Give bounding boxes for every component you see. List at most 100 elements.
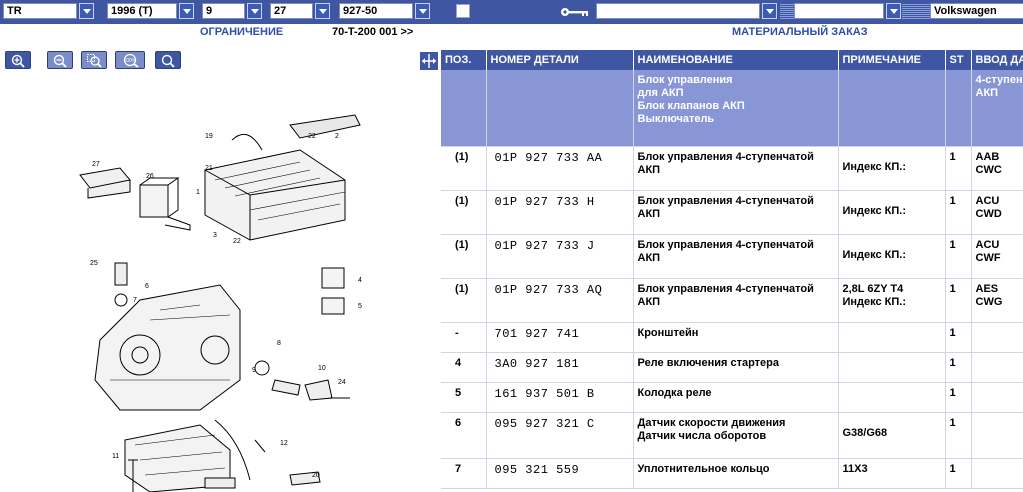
cell-input-line: CWG bbox=[975, 295, 1003, 308]
cell-part-number[interactable]: 161 937 501 B bbox=[486, 382, 634, 413]
diagram-callout[interactable]: 19 bbox=[205, 133, 213, 140]
zoom-in-button[interactable] bbox=[5, 51, 31, 69]
cell-input-line: ACU bbox=[975, 238, 1000, 251]
zoom-fit-button[interactable] bbox=[81, 51, 107, 69]
cell-part-number[interactable]: 095 321 559 bbox=[486, 458, 634, 489]
diagram-callout[interactable]: 9 bbox=[252, 367, 256, 374]
diagram-callout[interactable]: 24 bbox=[338, 379, 346, 386]
search-field-b[interactable] bbox=[794, 3, 884, 19]
diagram-callout[interactable]: 1 bbox=[196, 189, 200, 196]
key-icon bbox=[561, 8, 588, 16]
field-a-dropdown-arrow[interactable] bbox=[762, 3, 777, 19]
diagram-callout[interactable]: 10 bbox=[318, 365, 326, 372]
search-icon bbox=[161, 54, 175, 68]
diagram-callout[interactable]: 7 bbox=[133, 297, 137, 304]
table-row[interactable]: -701 927 741 Кронштейн 1 bbox=[441, 322, 1023, 353]
zoom-out-button[interactable] bbox=[47, 51, 73, 69]
zoom-100-icon: 100% bbox=[124, 54, 139, 68]
cell-data-input bbox=[971, 458, 1023, 489]
cell-name-line: Колодка реле bbox=[637, 386, 712, 399]
cell-input-line: CWC bbox=[975, 163, 1002, 176]
search-button[interactable] bbox=[155, 51, 181, 69]
cell-part-number[interactable]: 01P 927 733 AQ bbox=[486, 278, 634, 323]
year-dropdown-arrow[interactable] bbox=[179, 3, 194, 19]
group-row[interactable]: Блок управления для АКП Блок клапанов АК… bbox=[441, 70, 1023, 147]
diagram-callout[interactable]: 21 bbox=[205, 165, 213, 172]
market-select[interactable]: TR bbox=[3, 3, 77, 19]
cell-input-line: CWD bbox=[975, 207, 1002, 220]
table-row[interactable]: (1) 01P 927 733 J Блок управления 4-ступен… bbox=[441, 234, 1023, 279]
diagram-callout[interactable]: 27 bbox=[92, 161, 100, 168]
cell-position: (1) bbox=[441, 146, 487, 191]
table-row[interactable]: 6 095 927 321 C Датчик скорости движения Да… bbox=[441, 412, 1023, 459]
diagram-callout[interactable]: 4 bbox=[358, 277, 362, 284]
cell-data-input: ACU CWF bbox=[971, 234, 1023, 279]
group-name-line: для АКП bbox=[637, 87, 684, 99]
cell-data-input: ACU CWD bbox=[971, 190, 1023, 235]
restriction-value[interactable]: 70-T-200 001 >> bbox=[332, 26, 413, 38]
diagram-callout[interactable]: 8 bbox=[277, 340, 281, 347]
sub-group-select[interactable]: 27 bbox=[270, 3, 313, 19]
cell-part-number[interactable]: 01P 927 733 H bbox=[486, 190, 634, 235]
cell-name: Кронштейн bbox=[633, 322, 839, 353]
cell-part-number[interactable]: 01P 927 733 AA bbox=[486, 146, 634, 191]
split-panel-button[interactable] bbox=[420, 52, 438, 70]
diagram-callout[interactable]: 22 bbox=[233, 238, 241, 245]
cell-part-number[interactable]: 095 927 321 C bbox=[486, 412, 634, 459]
cell-part-number[interactable]: 01P 927 733 J bbox=[486, 234, 634, 279]
cell-st: 1 bbox=[945, 458, 972, 489]
option-checkbox[interactable] bbox=[456, 4, 470, 18]
header-st[interactable]: ST bbox=[945, 50, 972, 70]
header-name[interactable]: НАИМЕНОВАНИЕ bbox=[633, 50, 839, 70]
header-position[interactable]: ПОЗ. bbox=[441, 50, 487, 70]
cell-name: Блок управления 4-ступенчатой АКП bbox=[633, 278, 839, 323]
diagram-callout[interactable]: 12 bbox=[280, 440, 288, 447]
diagram-callout[interactable]: 20 bbox=[312, 472, 320, 479]
header-data-input[interactable]: ВВОД ДАННЫХ bbox=[971, 50, 1023, 70]
sub-group-dropdown-arrow[interactable] bbox=[315, 3, 330, 19]
material-order-label[interactable]: МАТЕРИАЛЬНЫЙ ЗАКАЗ bbox=[732, 26, 868, 38]
cell-note-line: Индекс КП.: bbox=[842, 160, 907, 173]
table-row[interactable]: 7 095 321 559 Уплотнительное кольцо 11X3 1 bbox=[441, 458, 1023, 489]
illustration-select[interactable]: 927-50 bbox=[339, 3, 413, 19]
table-row[interactable]: 4 3A0 927 181 Реле включения стартера 1 bbox=[441, 352, 1023, 383]
table-row[interactable]: (1) 01P 927 733 H Блок управления 4-ступен… bbox=[441, 190, 1023, 235]
cell-position: - bbox=[441, 322, 487, 353]
header-part-number[interactable]: НОМЕР ДЕТАЛИ bbox=[486, 50, 634, 70]
main-group-dropdown-arrow[interactable] bbox=[247, 3, 262, 19]
field-b-dropdown-arrow[interactable] bbox=[886, 3, 901, 19]
cell-name-line: АКП bbox=[637, 295, 661, 308]
split-arrows-icon bbox=[422, 54, 436, 68]
year-select[interactable]: 1996 (T) bbox=[107, 3, 177, 19]
group-input: 4-ступенчатой АКП bbox=[971, 70, 1023, 147]
market-dropdown-arrow[interactable] bbox=[79, 3, 94, 19]
diagram-callout[interactable]: 11 bbox=[112, 453, 119, 460]
search-field-a[interactable] bbox=[596, 3, 760, 19]
diagram-callout[interactable]: 2 bbox=[335, 133, 339, 140]
illustration-dropdown-arrow[interactable] bbox=[415, 3, 430, 19]
group-pos bbox=[441, 70, 487, 147]
group-note bbox=[838, 70, 946, 147]
zoom-in-icon bbox=[11, 54, 25, 68]
diagram-callout[interactable]: 6 bbox=[145, 283, 149, 290]
cell-name: Блок управления 4-ступенчатой АКП bbox=[633, 190, 839, 235]
diagram-callout[interactable]: 25 bbox=[90, 260, 98, 267]
zoom-100-button[interactable]: 100% bbox=[115, 51, 145, 69]
exploded-parts-diagram[interactable]: 19 22 2212726132225674589 1024111220 bbox=[0, 80, 440, 492]
cell-st: 1 bbox=[945, 278, 972, 323]
main-group-select[interactable]: 9 bbox=[202, 3, 245, 19]
cell-note bbox=[838, 352, 946, 383]
diagram-callout[interactable]: 22 bbox=[308, 133, 316, 140]
cell-part-number[interactable]: 3A0 927 181 bbox=[486, 352, 634, 383]
cell-name-line: Блок управления 4-ступенчатой bbox=[637, 282, 814, 295]
header-note[interactable]: ПРИМЕЧАНИЕ bbox=[838, 50, 946, 70]
diagram-callout[interactable]: 5 bbox=[358, 303, 362, 310]
cell-name: Колодка реле bbox=[633, 382, 839, 413]
table-row[interactable]: (1) 01P 927 733 AQ Блок управления 4-ступе… bbox=[441, 278, 1023, 323]
diagram-callout[interactable]: 3 bbox=[213, 232, 217, 239]
table-row[interactable]: 5 161 937 501 B Колодка реле 1 bbox=[441, 382, 1023, 413]
cell-part-number[interactable]: 701 927 741 bbox=[486, 322, 634, 353]
table-row[interactable]: (1) 01P 927 733 AA Блок управления 4-ступе… bbox=[441, 146, 1023, 191]
diagram-callout[interactable]: 26 bbox=[146, 173, 154, 180]
cell-name: Блок управления 4-ступенчатой АКП bbox=[633, 146, 839, 191]
